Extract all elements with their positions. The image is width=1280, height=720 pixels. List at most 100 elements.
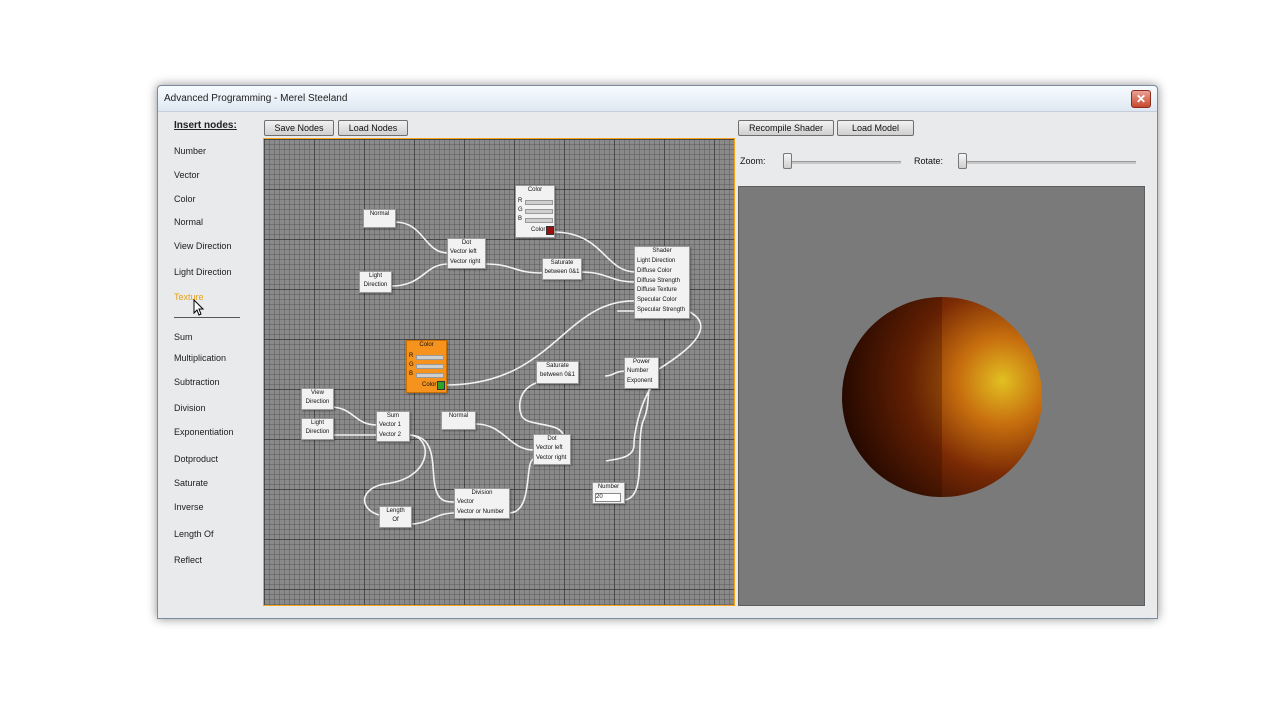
node-length-of[interactable]: Length Of [379, 506, 412, 528]
port-exponent[interactable]: Exponent [627, 378, 652, 384]
rotate-slider-thumb[interactable] [958, 153, 967, 169]
node-title: Normal [448, 413, 469, 419]
node-title: Shader [652, 248, 672, 254]
sidebar-item-saturate[interactable]: Saturate [174, 478, 208, 488]
close-icon[interactable]: ✕ [1131, 90, 1151, 108]
port-vector-left[interactable]: Vector left [536, 445, 563, 451]
sidebar-item-view-direction[interactable]: View Direction [174, 241, 231, 251]
port-vector-right[interactable]: Vector right [450, 259, 480, 265]
port-vector-right[interactable]: Vector right [536, 455, 566, 461]
port-vector[interactable]: Vector [457, 499, 474, 505]
channel-b-label: B [409, 371, 414, 377]
port-color-out[interactable]: Color [422, 382, 436, 388]
shader-preview-viewport[interactable] [738, 186, 1145, 606]
sidebar-item-light-direction[interactable]: Light Direction [174, 267, 232, 277]
node-title: Normal [369, 211, 390, 217]
port-diffuse-texture[interactable]: Diffuse Texture [637, 287, 677, 293]
b-slider[interactable] [525, 218, 553, 223]
sidebar-item-normal[interactable]: Normal [174, 217, 203, 227]
app-window: Advanced Programming - Merel Steeland ✕ … [157, 85, 1158, 619]
port-diffuse-strength[interactable]: Diffuse Strength [637, 278, 680, 284]
node-title-line2: Direction [363, 282, 388, 288]
port-diffuse-color[interactable]: Diffuse Color [637, 268, 672, 274]
node-power[interactable]: Power Number Exponent [624, 357, 659, 389]
node-saturate[interactable]: Saturate between 0&1 [542, 258, 582, 280]
window-title: Advanced Programming - Merel Steeland [164, 93, 348, 104]
sidebar-item-division[interactable]: Division [174, 403, 206, 413]
zoom-slider-thumb[interactable] [783, 153, 792, 169]
channel-g-label: G [409, 362, 414, 368]
node-view-direction[interactable]: View Direction [301, 388, 334, 410]
load-nodes-button[interactable]: Load Nodes [338, 120, 408, 136]
r-slider[interactable] [416, 355, 444, 360]
sidebar-divider [174, 317, 240, 318]
node-title-line2: Direction [305, 429, 330, 435]
color-swatch [546, 226, 554, 235]
node-title: Dot [461, 240, 472, 246]
node-title: Saturate [550, 260, 574, 266]
node-shader[interactable]: Shader Light Direction Diffuse Color Dif… [634, 246, 690, 319]
recompile-shader-button[interactable]: Recompile Shader [738, 120, 834, 136]
insert-nodes-heading: Insert nodes: [174, 120, 237, 131]
sidebar-item-vector[interactable]: Vector [174, 170, 200, 180]
sidebar-item-reflect[interactable]: Reflect [174, 555, 202, 565]
node-graph-canvas[interactable]: Normal Light Direction Dot Vector left V… [263, 138, 735, 606]
node-title: Length [386, 508, 405, 514]
node-dot[interactable]: Dot Vector left Vector right [447, 238, 486, 269]
node-sum[interactable]: Sum Vector 1 Vector 2 [376, 411, 410, 442]
node-color[interactable]: Color R G B Color [515, 185, 555, 238]
port-vector-left[interactable]: Vector left [450, 249, 477, 255]
load-model-button[interactable]: Load Model [837, 120, 914, 136]
port-color-out[interactable]: Color [531, 227, 545, 233]
port-number[interactable]: Number [627, 368, 648, 374]
node-title: Light [368, 273, 382, 279]
port-specular-strength[interactable]: Specular Strength [637, 307, 685, 313]
shaded-sphere [842, 297, 1042, 497]
rotate-slider-track[interactable] [958, 161, 1136, 164]
port-light-direction[interactable]: Light Direction [637, 258, 675, 264]
node-title: View [311, 390, 324, 396]
b-slider[interactable] [416, 373, 444, 378]
save-nodes-button[interactable]: Save Nodes [264, 120, 334, 136]
node-color-selected[interactable]: Color R G B Color [406, 340, 447, 393]
sidebar-item-color[interactable]: Color [174, 194, 196, 204]
node-title-line2: between 0&1 [539, 372, 576, 378]
node-saturate[interactable]: Saturate between 0&1 [536, 361, 579, 384]
node-normal[interactable]: Normal [441, 411, 476, 430]
sidebar-item-number[interactable]: Number [174, 146, 206, 156]
node-light-direction[interactable]: Light Direction [301, 418, 334, 440]
zoom-slider-track[interactable] [783, 161, 901, 164]
node-division[interactable]: Division Vector Vector or Number [454, 488, 510, 519]
node-connections [328, 221, 702, 525]
title-bar: Advanced Programming - Merel Steeland ✕ [158, 86, 1157, 112]
color-swatch [437, 381, 445, 390]
number-value-field[interactable]: 20 [595, 493, 621, 502]
node-normal[interactable]: Normal [363, 209, 396, 228]
port-vector-2[interactable]: Vector 2 [379, 432, 401, 438]
sidebar-item-sum[interactable]: Sum [174, 332, 193, 342]
sidebar-item-inverse[interactable]: Inverse [174, 502, 204, 512]
sidebar-item-dotproduct[interactable]: Dotproduct [174, 454, 218, 464]
channel-g-label: G [518, 207, 523, 213]
zoom-label: Zoom: [740, 156, 766, 166]
port-specular-color[interactable]: Specular Color [637, 297, 677, 303]
sidebar-item-subtraction[interactable]: Subtraction [174, 377, 220, 387]
node-title: Power [632, 359, 650, 365]
port-vector-1[interactable]: Vector 1 [379, 422, 401, 428]
channel-r-label: R [409, 353, 414, 359]
node-palette: Insert nodes: Number Vector Color Normal… [158, 112, 258, 612]
sidebar-item-length-of[interactable]: Length Of [174, 529, 214, 539]
node-number[interactable]: Number 20 [592, 482, 625, 504]
node-light-direction[interactable]: Light Direction [359, 271, 392, 293]
node-title-line2: between 0&1 [544, 269, 580, 275]
channel-b-label: B [518, 216, 523, 222]
mouse-cursor-icon [193, 299, 205, 316]
node-title: Division [471, 490, 493, 496]
g-slider[interactable] [525, 209, 553, 214]
g-slider[interactable] [416, 364, 444, 369]
sidebar-item-multiplication[interactable]: Multiplication [174, 353, 226, 363]
sidebar-item-exponentiation[interactable]: Exponentiation [174, 427, 234, 437]
port-vector-or-number[interactable]: Vector or Number [457, 509, 504, 515]
r-slider[interactable] [525, 200, 553, 205]
node-dot[interactable]: Dot Vector left Vector right [533, 434, 571, 465]
